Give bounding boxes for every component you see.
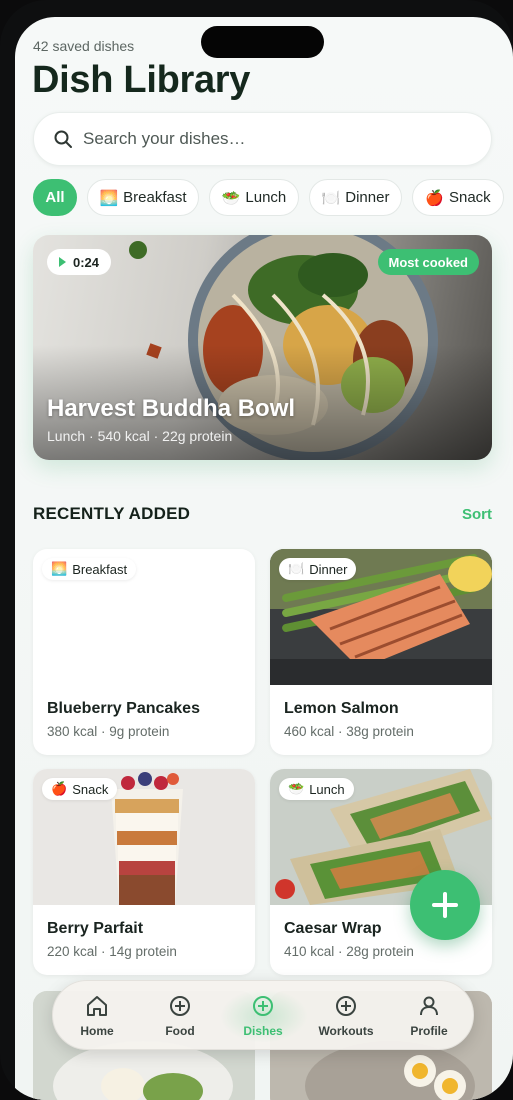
sunrise-icon: 🌅 bbox=[99, 189, 119, 207]
nav-label: Profile bbox=[410, 1024, 448, 1038]
search-bar[interactable] bbox=[33, 112, 492, 166]
sunrise-icon: 🌅 bbox=[51, 561, 68, 576]
featured-dish-name: Harvest Buddha Bowl bbox=[47, 395, 296, 422]
dish-name: Berry Parfait bbox=[47, 920, 144, 937]
filter-chip-all[interactable]: All bbox=[33, 179, 77, 216]
nav-home[interactable]: Home bbox=[55, 981, 139, 1051]
dish-card-blueberry-pancakes[interactable]: 🌅 Breakfast Blueberry Pancakes 380 kcal … bbox=[33, 549, 255, 755]
filter-chip-lunch[interactable]: 🥗 Lunch bbox=[209, 179, 299, 216]
filter-chip-breakfast[interactable]: 🌅 Breakfast bbox=[87, 179, 199, 216]
page-title: Dish Library bbox=[32, 59, 251, 101]
bottom-nav: Home Food Dishes Workouts Profile bbox=[52, 980, 474, 1050]
apple-icon: 🍎 bbox=[425, 189, 444, 207]
dish-meta: 460 kcal · 38g protein bbox=[284, 724, 414, 739]
category-tag-label: Breakfast bbox=[72, 561, 128, 577]
category-tag: 🍽️ Dinner bbox=[279, 558, 357, 580]
plus-circle-icon bbox=[253, 996, 273, 1016]
sort-button[interactable]: Sort bbox=[462, 506, 492, 523]
dish-name: Blueberry Pancakes bbox=[47, 700, 200, 717]
nav-label: Workouts bbox=[318, 1024, 374, 1038]
dish-meta: 410 kcal · 28g protein bbox=[284, 944, 414, 959]
filter-chip-snack[interactable]: 🍎 Snack bbox=[412, 179, 504, 216]
video-duration-badge[interactable]: 0:24 bbox=[47, 249, 112, 275]
filter-chips: All 🌅 Breakfast 🥗 Lunch 🍽️ Dinner 🍎 Snac… bbox=[33, 179, 513, 216]
filter-chip-label: Dinner bbox=[345, 189, 390, 206]
category-tag: 🍎 Snack bbox=[42, 778, 118, 800]
dish-count: 42 saved dishes bbox=[33, 38, 135, 54]
plus-circle-icon bbox=[336, 996, 356, 1016]
plus-icon bbox=[432, 892, 458, 918]
search-input[interactable] bbox=[83, 129, 443, 149]
most-cooked-badge: Most cooked bbox=[377, 249, 479, 275]
nav-workouts[interactable]: Workouts bbox=[304, 981, 388, 1051]
nav-label: Food bbox=[165, 1024, 195, 1038]
section-title: RECENTLY ADDED bbox=[33, 504, 191, 523]
nav-food[interactable]: Food bbox=[138, 981, 222, 1051]
plate-icon: 🍽️ bbox=[321, 189, 341, 207]
person-icon bbox=[420, 996, 438, 1016]
dish-name: Caesar Wrap bbox=[284, 920, 382, 937]
featured-dish-card[interactable]: 0:24 Most cooked Harvest Buddha Bowl Lun… bbox=[33, 235, 492, 460]
nav-profile[interactable]: Profile bbox=[387, 981, 471, 1051]
phone-frame: 42 saved dishes Dish Library All 🌅 Break… bbox=[0, 0, 513, 1100]
dish-card-berry-parfait[interactable]: 🍎 Snack Berry Parfait 220 kcal · 14g pro… bbox=[33, 769, 255, 975]
filter-chip-label: Lunch bbox=[245, 189, 287, 206]
category-tag-label: Snack bbox=[72, 781, 109, 797]
dish-name: Lemon Salmon bbox=[284, 700, 399, 717]
category-tag: 🌅 Breakfast bbox=[42, 558, 137, 580]
filter-chip-dinner[interactable]: 🍽️ Dinner bbox=[309, 179, 402, 216]
filter-chip-label: Snack bbox=[448, 189, 491, 206]
category-tag: 🥗 Lunch bbox=[279, 778, 354, 800]
app-screen: 42 saved dishes Dish Library All 🌅 Break… bbox=[15, 17, 513, 1100]
dish-card-lemon-salmon[interactable]: 🍽️ Dinner Lemon Salmon 460 kcal · 38g pr… bbox=[270, 549, 492, 755]
plate-icon: 🍽️ bbox=[288, 561, 305, 576]
filter-chip-label: All bbox=[45, 189, 65, 206]
filter-chip-label: Breakfast bbox=[123, 189, 187, 206]
category-tag-label: Dinner bbox=[309, 561, 348, 577]
featured-dish-meta: Lunch · 540 kcal · 22g protein bbox=[47, 428, 233, 444]
search-icon bbox=[53, 129, 73, 149]
play-icon bbox=[59, 257, 66, 267]
add-dish-button[interactable] bbox=[410, 870, 480, 940]
plus-circle-icon bbox=[170, 996, 190, 1016]
nav-label: Home bbox=[80, 1024, 114, 1038]
dynamic-island bbox=[201, 26, 324, 58]
nav-dishes[interactable]: Dishes bbox=[221, 981, 305, 1051]
category-tag-label: Lunch bbox=[309, 781, 345, 797]
dish-meta: 220 kcal · 14g protein bbox=[47, 944, 177, 959]
dish-meta: 380 kcal · 9g protein bbox=[47, 724, 170, 739]
nav-label: Dishes bbox=[243, 1024, 283, 1038]
apple-icon: 🍎 bbox=[51, 781, 68, 796]
duration-text: 0:24 bbox=[73, 254, 100, 270]
salad-icon: 🥗 bbox=[221, 189, 241, 207]
home-icon bbox=[87, 996, 107, 1016]
salad-icon: 🥗 bbox=[288, 781, 305, 796]
